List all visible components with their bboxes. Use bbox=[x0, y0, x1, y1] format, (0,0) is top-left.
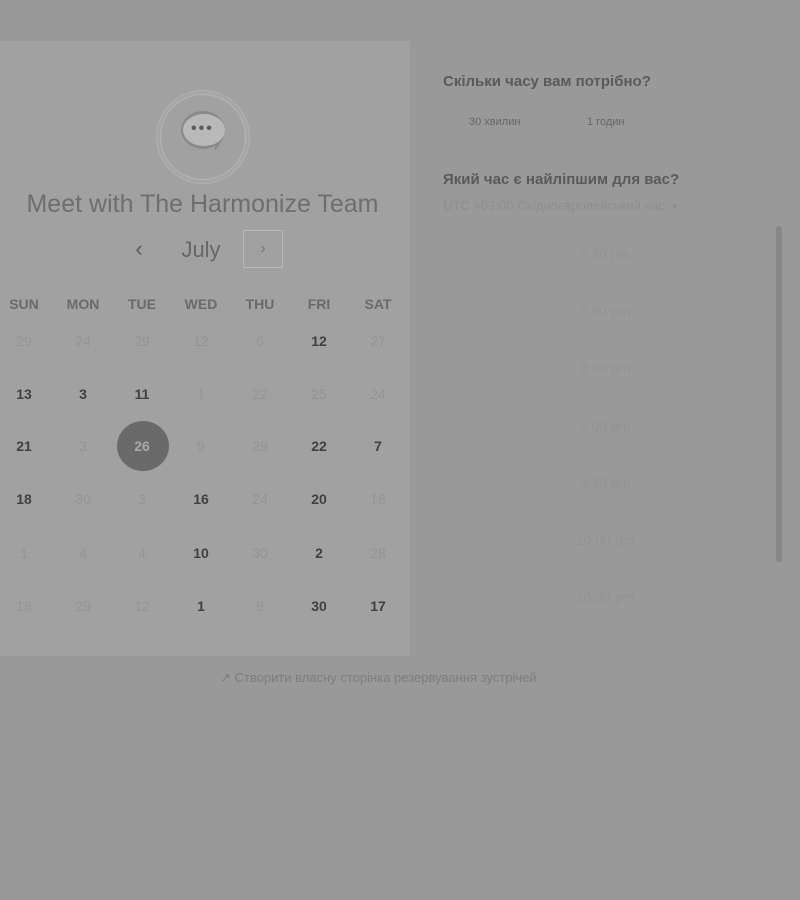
create-booking-page-link[interactable]: ↗ Створити власну сторінка резервування … bbox=[220, 670, 537, 686]
calendar-day: 27 bbox=[370, 333, 386, 349]
calendar-day: 24 bbox=[252, 491, 268, 507]
external-link-icon: ↗ bbox=[220, 670, 231, 685]
calendar-day: 25 bbox=[311, 386, 327, 402]
calendar-day[interactable]: 16 bbox=[172, 489, 230, 509]
weekday-header: THU bbox=[245, 296, 275, 312]
calendar-day: 28 bbox=[370, 545, 386, 561]
calendar-day: 24 bbox=[75, 333, 91, 349]
time-slot[interactable]: 10:30 pm bbox=[530, 589, 680, 605]
calendar-day: 30 bbox=[252, 545, 268, 561]
calendar-day: 29 bbox=[134, 333, 150, 349]
timezone-selector[interactable]: UTC +03:00 Східноєвропейський час ▾ bbox=[443, 198, 678, 213]
time-slot[interactable]: 9:00 pm bbox=[530, 418, 680, 434]
weekday-header: SAT bbox=[364, 296, 392, 312]
duration-option-1hour[interactable]: 1 годин bbox=[587, 116, 624, 128]
calendar-day: 24 bbox=[370, 386, 386, 402]
previous-month-button[interactable]: ‹ bbox=[126, 236, 152, 264]
current-month-label: July bbox=[181, 237, 221, 262]
calendar-day: 12 bbox=[134, 598, 150, 614]
calendar-day: 30 bbox=[75, 491, 91, 507]
time-slot[interactable]: 8:30 pm bbox=[530, 360, 680, 376]
calendar-day: 6 bbox=[256, 333, 264, 349]
time-slot[interactable]: 9:30 pm bbox=[530, 475, 680, 491]
calendar-day: 9 bbox=[256, 598, 264, 614]
calendar-day: 3 bbox=[79, 438, 87, 454]
timezone-label: UTC +03:00 Східноєвропейський час bbox=[443, 198, 665, 213]
scheduler-title: Meet with The Harmonize Team bbox=[26, 190, 379, 218]
calendar-day: 29 bbox=[16, 333, 32, 349]
calendar-day[interactable]: 10 bbox=[172, 543, 230, 563]
calendar-day: 18 bbox=[370, 491, 386, 507]
calendar-day: 4 bbox=[79, 545, 87, 561]
calendar-day[interactable]: 12 bbox=[290, 331, 348, 351]
calendar-day: 3 bbox=[138, 491, 146, 507]
weekday-header: MON bbox=[66, 296, 100, 312]
calendar-day[interactable]: 18 bbox=[0, 489, 53, 509]
calendar-day[interactable]: 11 bbox=[113, 384, 171, 404]
calendar-day[interactable]: 3 bbox=[54, 384, 112, 404]
weekday-header: TUE bbox=[128, 296, 156, 312]
next-month-button[interactable]: › bbox=[243, 230, 283, 268]
calendar-day[interactable]: 1 bbox=[172, 596, 230, 616]
calendar-day: 1 bbox=[20, 545, 28, 561]
calendar-day[interactable]: 2 bbox=[290, 543, 348, 563]
chat-bubble-logo-icon: ••• bbox=[160, 94, 246, 180]
time-slot[interactable]: 8:00 pm bbox=[530, 303, 680, 319]
calendar-day: 12 bbox=[193, 333, 209, 349]
calendar-day[interactable]: 17 bbox=[349, 596, 407, 616]
calendar-day: 29 bbox=[75, 598, 91, 614]
duration-heading: Скільки часу вам потрібно? bbox=[443, 73, 651, 90]
calendar-day: 29 bbox=[252, 438, 268, 454]
weekday-header: WED bbox=[184, 296, 218, 312]
weekday-header: FRI bbox=[307, 296, 331, 312]
calendar-day[interactable]: 13 bbox=[0, 384, 53, 404]
calendar-day[interactable]: 7 bbox=[349, 436, 407, 456]
duration-option-30min[interactable]: 30 хвилин bbox=[469, 116, 520, 128]
calendar-day[interactable]: 21 bbox=[0, 436, 53, 456]
time-slot[interactable]: 7:30 pm bbox=[530, 246, 680, 262]
calendar-day: 18 bbox=[16, 598, 32, 614]
weekday-header: SUN bbox=[9, 296, 39, 312]
time-slots-scrollbar[interactable] bbox=[776, 226, 782, 562]
chevron-down-icon: ▾ bbox=[672, 202, 678, 213]
calendar-day: 22 bbox=[252, 386, 268, 402]
calendar-day[interactable]: 30 bbox=[290, 596, 348, 616]
calendar-day: 4 bbox=[138, 545, 146, 561]
create-booking-page-label: Створити власну сторінка резервування зу… bbox=[234, 670, 537, 685]
time-slot[interactable]: 10:00 pm bbox=[530, 532, 680, 548]
calendar-day[interactable]: 20 bbox=[290, 489, 348, 509]
calendar-day: 9 bbox=[197, 438, 205, 454]
time-heading: Який час є найліпшим для вас? bbox=[443, 171, 680, 188]
calendar-day-selected[interactable]: 26 bbox=[113, 436, 171, 456]
calendar-day: 1 bbox=[197, 386, 205, 402]
calendar-day[interactable]: 22 bbox=[290, 436, 348, 456]
